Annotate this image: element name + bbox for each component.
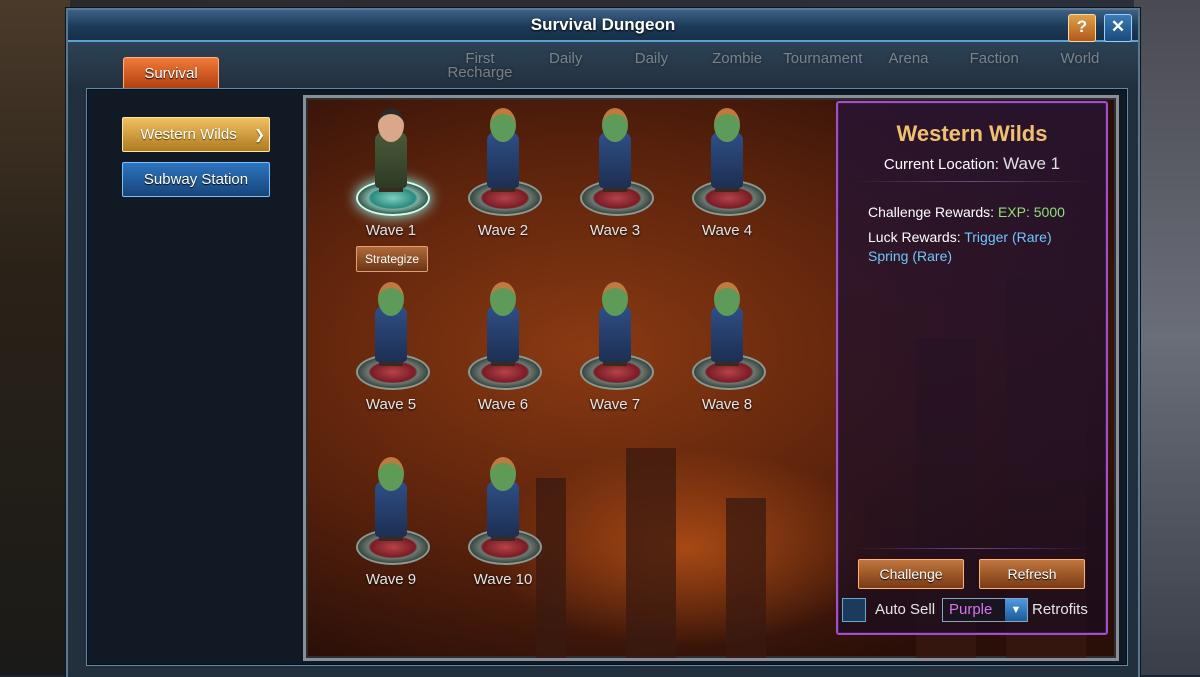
wave-label: Wave 9 [365,571,417,588]
challenge-rewards-value: EXP: 5000 [997,204,1065,220]
zone-label: Western Wilds [140,126,237,143]
zombie-icon [575,102,655,220]
quality-select[interactable]: Purple ▼ [942,598,1028,622]
zombie-icon [351,451,431,569]
zombie-icon [463,276,543,394]
luck-reward-item: Trigger (Rare) [964,229,1052,245]
background-menu-item: World [1060,50,1100,67]
zombie-icon [687,102,767,220]
background-menu-item: Faction [969,50,1019,67]
background-menu-item: Daily [549,50,583,67]
ruined-building [626,448,676,658]
background-menu-item: First Recharge [447,50,513,81]
background-menu-item: Arena [888,50,929,67]
zombie-icon [351,276,431,394]
wave-6-node[interactable]: Wave 6 [458,276,548,413]
wave-10-node[interactable]: Wave 10 [458,451,548,588]
wave-8-node[interactable]: Wave 8 [682,276,772,413]
wave-label: Wave 2 [477,222,529,239]
wave-2-node[interactable]: Wave 2 [458,102,548,239]
wave-label: Wave 1 [365,222,417,239]
close-button[interactable]: ✕ [1104,14,1132,42]
luck-reward-item: Spring (Rare) [868,248,953,264]
window-title: Survival Dungeon [530,15,676,34]
background-menu-item: Daily [634,50,669,67]
wave-5-node[interactable]: Wave 5 [346,276,436,413]
challenge-rewards: Challenge Rewards: EXP: 5000 [868,203,1098,222]
strategize-button[interactable]: Strategize [356,246,428,272]
challenge-rewards-label: Challenge Rewards: [868,204,995,220]
current-location-label: Current Location: [883,156,999,173]
wave-label: Wave 10 [473,571,533,588]
wave-7-node[interactable]: Wave 7 [570,276,660,413]
zone-name: Western Wilds [896,121,1048,146]
wave-label: Wave 5 [365,396,417,413]
soldier-icon [351,102,431,220]
zombie-icon [463,102,543,220]
zone-list: Western Wilds ❯ Subway Station [122,117,272,207]
divider [852,548,1092,549]
zombie-icon [575,276,655,394]
background-menu: First Recharge Daily Daily Zombie Tourna… [440,50,1120,82]
auto-sell-label: Auto Sell [875,601,936,618]
divider [852,181,1092,182]
zone-info-panel: Western Wilds Current Location: Wave 1 C… [836,101,1108,635]
wave-1-node[interactable]: Wave 1 [346,102,436,239]
tab-strip: First Recharge Daily Daily Zombie Tourna… [68,42,1138,89]
current-location: Current Location: Wave 1 [838,154,1106,174]
quality-select-value: Purple [949,601,993,618]
luck-rewards-label: Luck Rewards: [868,229,961,245]
zombie-icon [463,451,543,569]
auto-sell-checkbox[interactable] [842,598,866,622]
wave-label: Wave 7 [589,396,641,413]
help-button[interactable]: ? [1068,14,1096,42]
wave-label: Wave 8 [701,396,753,413]
ruined-building [726,498,766,658]
chevron-down-icon[interactable]: ▼ [1005,599,1027,621]
auto-sell-row: Auto Sell Purple ▼ Retrofits [842,597,1102,623]
title-bar: Survival Dungeon ? ✕ [68,10,1138,42]
luck-rewards: Luck Rewards: Trigger (Rare) Spring (Rar… [868,228,1098,266]
tab-survival[interactable]: Survival [123,57,219,89]
dungeon-content: Western Wilds ❯ Subway Station Wave 1 Str… [86,88,1128,666]
refresh-button[interactable]: Refresh [979,559,1085,589]
current-location-value: Wave 1 [1003,154,1061,173]
challenge-button[interactable]: Challenge [858,559,964,589]
background-left-edge [0,0,70,675]
retrofits-label: Retrofits [1032,601,1088,618]
wave-label: Wave 6 [477,396,529,413]
survival-dungeon-window: Survival Dungeon ? ✕ First Recharge Dail… [66,8,1140,677]
wave-4-node[interactable]: Wave 4 [682,102,772,239]
wave-3-node[interactable]: Wave 3 [570,102,660,239]
zone-western-wilds-button[interactable]: Western Wilds ❯ [122,117,270,152]
background-menu-item: Tournament [783,50,863,67]
zone-label: Subway Station [143,171,249,188]
wave-map: Wave 1 Strategize Wave 2 Wave 3 Wave 4 W… [303,95,1119,661]
zombie-icon [687,276,767,394]
chevron-right-icon: ❯ [254,127,265,142]
wave-label: Wave 3 [589,222,641,239]
background-menu-item: Zombie [712,50,763,67]
wave-9-node[interactable]: Wave 9 [346,451,436,588]
background-right-edge [1134,0,1200,675]
wave-label: Wave 4 [701,222,753,239]
zone-subway-station-button[interactable]: Subway Station [122,162,270,197]
